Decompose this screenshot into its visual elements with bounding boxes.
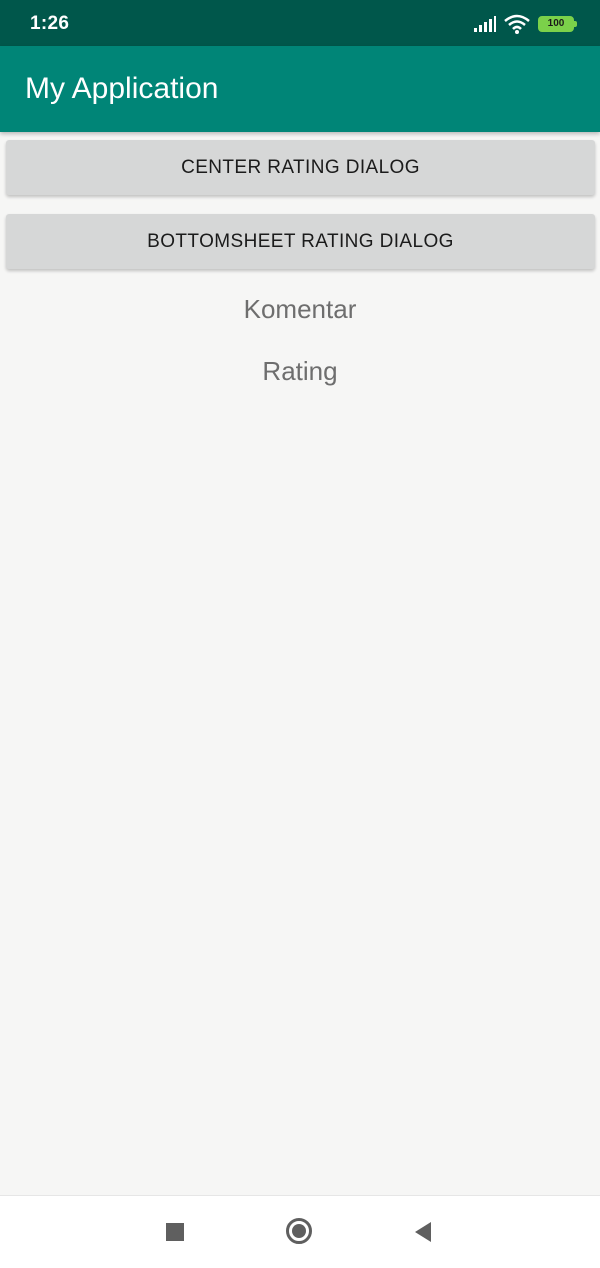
app-title: My Application — [25, 72, 219, 105]
komentar-text: Komentar — [243, 294, 357, 324]
wifi-icon — [504, 14, 530, 34]
signal-icon — [474, 16, 496, 32]
navigation-bar — [0, 1195, 600, 1268]
bottomsheet-rating-dialog-button[interactable]: BOTTOMSHEET RATING DIALOG — [6, 214, 595, 269]
app-bar: My Application — [0, 46, 600, 132]
battery-level: 100 — [547, 18, 565, 29]
center-rating-dialog-button[interactable]: CENTER RATING DIALOG — [6, 140, 595, 195]
battery-icon: 100 — [538, 16, 577, 32]
home-circle-icon[interactable] — [286, 1218, 312, 1244]
rating-text: Rating — [262, 356, 338, 386]
status-icons: 100 — [474, 13, 577, 35]
status-time: 1:26 — [30, 13, 70, 34]
status-bar: 1:26 100 — [0, 0, 600, 46]
recents-square-icon[interactable] — [166, 1223, 184, 1241]
home-circle-inner — [292, 1224, 306, 1238]
back-triangle-icon[interactable] — [413, 1221, 433, 1243]
